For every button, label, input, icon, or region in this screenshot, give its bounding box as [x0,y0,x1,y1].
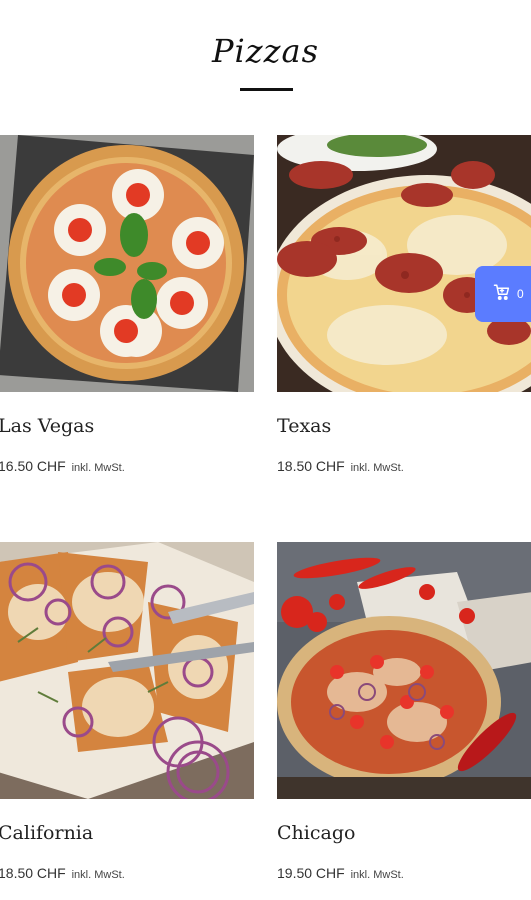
product-image-california[interactable] [0,542,254,799]
price-value: 16.50 CHF [0,458,66,474]
product-name[interactable]: Chicago [277,822,355,844]
product-price: 18.50 CHF inkl. MwSt. [0,865,125,881]
title-underline [240,88,293,91]
product-name[interactable]: Texas [277,415,331,437]
product-image-chicago[interactable] [277,542,531,799]
page-title: Pizzas [212,32,319,70]
vat-note: inkl. MwSt. [350,869,404,881]
product-image-las-vegas[interactable] [0,135,254,392]
vat-note: inkl. MwSt. [350,462,404,474]
product-name[interactable]: California [0,822,93,844]
vat-note: inkl. MwSt. [71,869,125,881]
product-image-texas[interactable] [277,135,531,392]
cart-button[interactable]: 0 [475,266,531,322]
price-value: 19.50 CHF [277,865,345,881]
product-price: 19.50 CHF inkl. MwSt. [277,865,404,881]
price-value: 18.50 CHF [277,458,345,474]
product-price: 18.50 CHF inkl. MwSt. [277,458,404,474]
product-price: 16.50 CHF inkl. MwSt. [0,458,125,474]
price-value: 18.50 CHF [0,865,66,881]
product-name[interactable]: Las Vegas [0,415,94,437]
cart-count: 0 [517,287,524,301]
shopping-cart-icon [493,283,511,306]
vat-note: inkl. MwSt. [71,462,125,474]
